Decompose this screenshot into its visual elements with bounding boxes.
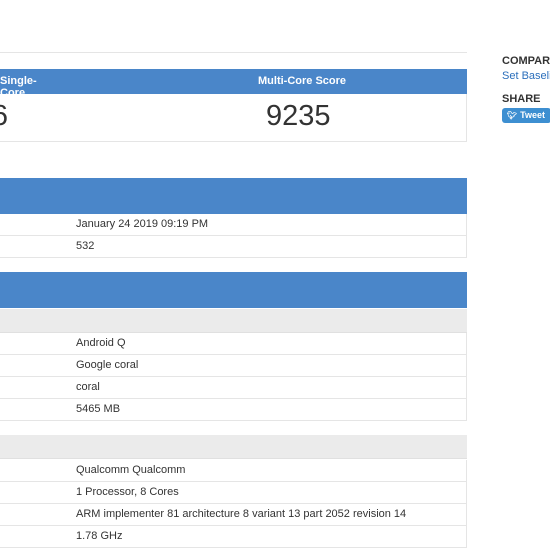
model-value: Google coral <box>76 359 139 371</box>
score-header: Single-Core Score Multi-Core Score <box>0 69 467 111</box>
tweet-button[interactable]: 🐦︎ Tweet <box>502 108 550 123</box>
single-core-score: 2306 <box>0 100 8 133</box>
base-frequency-row: 1.78 GHz <box>0 526 467 548</box>
motherboard-row: coral <box>0 377 467 399</box>
twitter-bird-icon: 🐦︎ <box>507 111 518 120</box>
divider <box>0 52 467 53</box>
set-baseline-link[interactable]: Set Baseline <box>502 70 550 82</box>
memory-value: 5465 MB <box>76 403 121 415</box>
multi-core-score: 9235 <box>266 100 331 132</box>
system-subheader <box>0 309 467 333</box>
motherboard-value: coral <box>76 381 100 393</box>
system-info-header <box>0 272 467 308</box>
processor-subheader <box>0 435 467 459</box>
score-values: 2306 9235 <box>0 94 467 142</box>
upload-date-value: January 24 2019 09:19 PM <box>76 218 209 230</box>
views-row: 532 <box>0 236 467 258</box>
topology-row: 1 Processor, 8 Cores <box>0 482 467 504</box>
base-frequency-value: 1.78 GHz <box>76 530 123 542</box>
processor-name-row: Qualcomm Qualcomm <box>0 460 467 482</box>
model-row: Google coral <box>0 355 467 377</box>
result-info-header <box>0 178 467 214</box>
os-value: Android Q <box>76 337 126 349</box>
identifier-value: ARM implementer 81 architecture 8 varian… <box>76 508 407 520</box>
sidebar: COMPARE Set Baseline SHARE 🐦︎Tweet <box>502 55 550 123</box>
tweet-label: Tweet <box>520 110 545 120</box>
processor-name-value: Qualcomm Qualcomm <box>76 464 186 476</box>
compare-heading: COMPARE <box>502 55 550 67</box>
memory-row: 5465 MB <box>0 399 467 421</box>
share-heading: SHARE <box>502 93 541 105</box>
upload-date-row: January 24 2019 09:19 PM <box>0 214 467 236</box>
multi-core-label: Multi-Core Score <box>258 75 347 87</box>
views-value: 532 <box>76 240 95 252</box>
main-content: Single-Core Score Multi-Core Score 2306 … <box>0 0 467 550</box>
identifier-row: ARM implementer 81 architecture 8 varian… <box>0 504 467 526</box>
topology-value: 1 Processor, 8 Cores <box>76 486 179 498</box>
os-row: Android Q <box>0 333 467 355</box>
